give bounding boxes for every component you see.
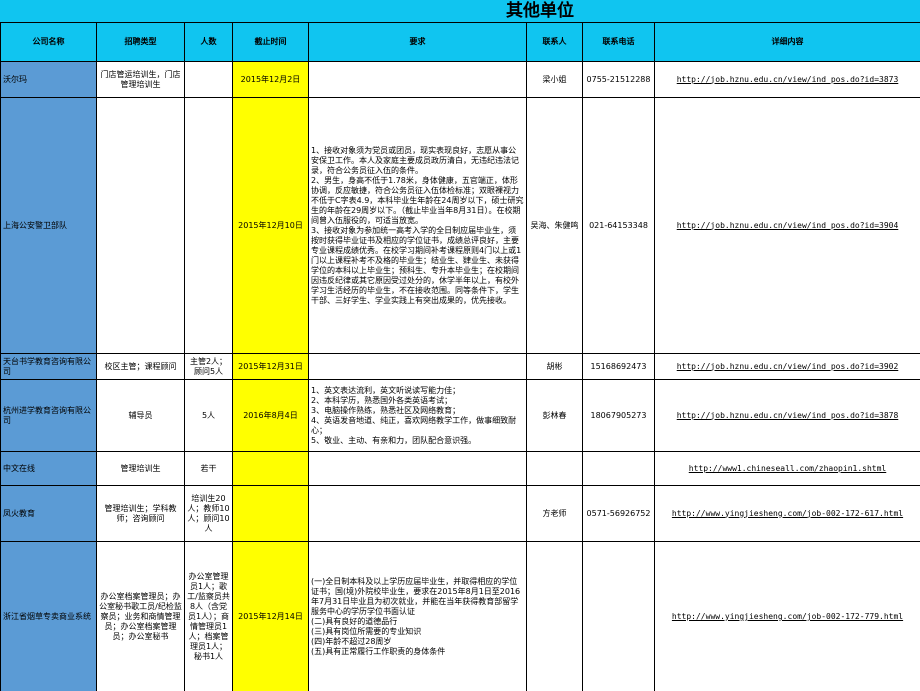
- table-row: 沃尔玛 门店管运培训生，门店管理培训生 2015年12月2日 梁小姐 0755-2151…: [0, 61, 920, 98]
- detail-cell[interactable]: http://job.hznu.edu.cn/view/ind_pos.do?i…: [654, 97, 920, 354]
- type-cell[interactable]: [96, 97, 185, 354]
- company-cell[interactable]: 上海公安警卫部队: [0, 97, 97, 354]
- deadline-cell[interactable]: 2016年8月4日: [232, 379, 309, 452]
- company-cell[interactable]: 中文在线: [0, 451, 97, 486]
- detail-link[interactable]: http://www.yingjiesheng.com/job-002-172-…: [672, 509, 903, 518]
- contact-cell[interactable]: 彭林春: [526, 379, 583, 452]
- contact-cell[interactable]: 吴海、朱健鸣: [526, 97, 583, 354]
- header-detail[interactable]: 详细内容: [654, 22, 920, 62]
- table-row: 杭州进学教育咨询有限公司 辅导员 5人 2016年8月4日 1、英文表达流利，英文听说读…: [0, 379, 920, 452]
- requirements-cell[interactable]: [308, 61, 527, 98]
- requirement-line: 2、本科学历，熟悉国外各类英语考试；: [311, 395, 453, 405]
- deadline-cell[interactable]: [232, 485, 309, 542]
- jobs-table: 公司名称 招聘类型 人数 截止时间 要求 联系人 联系电话 详细内容 沃尔玛 门店…: [0, 22, 920, 691]
- detail-cell[interactable]: http://www.yingjiesheng.com/job-002-172-…: [654, 541, 920, 691]
- detail-link[interactable]: http://job.hznu.edu.cn/view/ind_pos.do?i…: [677, 221, 899, 230]
- contact-cell[interactable]: [526, 541, 583, 691]
- company-cell[interactable]: 凤火教育: [0, 485, 97, 542]
- requirements-cell[interactable]: (一)全日制本科及以上学历应届毕业生，并取得相应的学位证书；国(境)外院校毕业生…: [308, 541, 527, 691]
- requirements-cell[interactable]: [308, 485, 527, 542]
- table-row: 天台书学教育咨询有限公司 校区主管；课程顾问 主管2人；顾问5人 2015年12月31…: [0, 353, 920, 380]
- count-cell[interactable]: [184, 61, 233, 98]
- detail-cell[interactable]: http://job.hznu.edu.cn/view/ind_pos.do?i…: [654, 353, 920, 380]
- requirement-line: 3、接收对象为参加统一高考入学的全日制应届毕业生，须按时获得毕业证书及相应的学位…: [311, 225, 522, 305]
- detail-cell[interactable]: http://job.hznu.edu.cn/view/ind_pos.do?i…: [654, 379, 920, 452]
- requirement-line: 1、英文表达流利，英文听说读写能力佳；: [311, 385, 461, 395]
- phone-cell[interactable]: [582, 451, 655, 486]
- requirement-line: 2、男生，身高不低于1.78米，身体健康，五官端正，体形协调，反应敏捷，符合公务…: [311, 175, 524, 225]
- deadline-cell[interactable]: 2015年12月31日: [232, 353, 309, 380]
- type-cell[interactable]: 门店管运培训生，门店管理培训生: [96, 61, 185, 98]
- type-cell[interactable]: 管理培训生: [96, 451, 185, 486]
- detail-link[interactable]: http://www.yingjiesheng.com/job-002-172-…: [672, 612, 903, 621]
- detail-link[interactable]: http://job.hznu.edu.cn/view/ind_pos.do?i…: [677, 75, 899, 84]
- count-cell[interactable]: [184, 97, 233, 354]
- count-cell[interactable]: 5人: [184, 379, 233, 452]
- header-requirements[interactable]: 要求: [308, 22, 527, 62]
- phone-cell[interactable]: [582, 541, 655, 691]
- phone-cell[interactable]: 18067905273: [582, 379, 655, 452]
- requirement-line: (一)全日制本科及以上学历应届毕业生，并取得相应的学位证书；国(境)外院校毕业生…: [311, 577, 521, 616]
- phone-cell[interactable]: 021-64153348: [582, 97, 655, 354]
- requirement-line: (二)具有良好的道德品行: [311, 617, 398, 626]
- type-cell[interactable]: 管理培训生；学科教师；咨询顾问: [96, 485, 185, 542]
- header-deadline[interactable]: 截止时间: [232, 22, 309, 62]
- phone-cell[interactable]: 0571-56926752: [582, 485, 655, 542]
- deadline-cell[interactable]: [232, 451, 309, 486]
- deadline-cell[interactable]: 2015年12月14日: [232, 541, 309, 691]
- deadline-cell[interactable]: 2015年12月2日: [232, 61, 309, 98]
- requirement-line: (四)年龄不超过28周岁: [311, 637, 392, 646]
- company-cell[interactable]: 浙江省烟草专卖商业系统: [0, 541, 97, 691]
- header-company[interactable]: 公司名称: [0, 22, 97, 62]
- company-cell[interactable]: 杭州进学教育咨询有限公司: [0, 379, 97, 452]
- detail-cell[interactable]: http://www.yingjiesheng.com/job-002-172-…: [654, 485, 920, 542]
- deadline-cell[interactable]: 2015年12月10日: [232, 97, 309, 354]
- header-count[interactable]: 人数: [184, 22, 233, 62]
- phone-cell[interactable]: 0755-21512288: [582, 61, 655, 98]
- count-cell[interactable]: 培训生20人；教师10人；顾问10人: [184, 485, 233, 542]
- count-cell[interactable]: 主管2人；顾问5人: [184, 353, 233, 380]
- sheet-title: 其他单位: [0, 0, 920, 23]
- detail-link[interactable]: http://www1.chineseall.com/zhaopin1.shtm…: [689, 464, 886, 473]
- company-cell[interactable]: 天台书学教育咨询有限公司: [0, 353, 97, 380]
- header-row: 公司名称 招聘类型 人数 截止时间 要求 联系人 联系电话 详细内容: [0, 22, 920, 62]
- type-cell[interactable]: 辅导员: [96, 379, 185, 452]
- header-type[interactable]: 招聘类型: [96, 22, 185, 62]
- phone-cell[interactable]: 15168692473: [582, 353, 655, 380]
- requirement-line: 4、英语发音地道、纯正，喜欢网络教学工作，做事细致耐心；: [311, 415, 517, 435]
- header-phone[interactable]: 联系电话: [582, 22, 655, 62]
- requirements-cell[interactable]: 1、接收对象须为党员或团员，现实表现良好，志愿从事公安保卫工作。本人及家庭主要成…: [308, 97, 527, 354]
- company-cell[interactable]: 沃尔玛: [0, 61, 97, 98]
- table-row: 凤火教育 管理培训生；学科教师；咨询顾问 培训生20人；教师10人；顾问10人 方老师…: [0, 485, 920, 542]
- table-row: 浙江省烟草专卖商业系统 办公室档案管理员；办公室秘书歌工员/纪检监察员；业务和商情…: [0, 541, 920, 691]
- table-row: 中文在线 管理培训生 若干 http://www1.chineseall.com/zh…: [0, 451, 920, 486]
- type-cell[interactable]: 校区主管；课程顾问: [96, 353, 185, 380]
- requirement-line: 5、敬业、主动、有亲和力，团队配合意识强。: [311, 435, 477, 445]
- requirements-cell[interactable]: 1、英文表达流利，英文听说读写能力佳； 2、本科学历，熟悉国外各类英语考试； 3、电…: [308, 379, 527, 452]
- header-contact[interactable]: 联系人: [526, 22, 583, 62]
- detail-link[interactable]: http://job.hznu.edu.cn/view/ind_pos.do?i…: [677, 362, 899, 371]
- requirement-line: 1、接收对象须为党员或团员，现实表现良好，志愿从事公安保卫工作。本人及家庭主要成…: [311, 145, 519, 175]
- contact-cell[interactable]: 梁小姐: [526, 61, 583, 98]
- spreadsheet: 其他单位 公司名称 招聘类型 人数 截止时间 要求 联系人 联系电话 详细内容 …: [0, 0, 920, 691]
- sheet-title-text: 其他单位: [506, 1, 574, 21]
- requirement-line: 3、电脑操作熟练，熟悉社区及网络教育；: [311, 405, 461, 415]
- detail-cell[interactable]: http://job.hznu.edu.cn/view/ind_pos.do?i…: [654, 61, 920, 98]
- table-row: 上海公安警卫部队 2015年12月10日 1、接收对象须为党员或团员，现实表现良好，…: [0, 97, 920, 354]
- requirement-line: (三)具有岗位所需要的专业知识: [311, 627, 422, 636]
- contact-cell[interactable]: 方老师: [526, 485, 583, 542]
- requirements-cell[interactable]: [308, 353, 527, 380]
- contact-cell[interactable]: [526, 451, 583, 486]
- count-cell[interactable]: 办公室管理员1人；歌工/监察员共8人（含党员1人）；商情管理员1人；档案管理员1…: [184, 541, 233, 691]
- requirement-line: (五)具有正常履行工作职责的身体条件: [311, 647, 446, 656]
- count-cell[interactable]: 若干: [184, 451, 233, 486]
- type-cell[interactable]: 办公室档案管理员；办公室秘书歌工员/纪检监察员；业务和商情管理员；办公室档案管理…: [96, 541, 185, 691]
- contact-cell[interactable]: 胡彬: [526, 353, 583, 380]
- detail-link[interactable]: http://job.hznu.edu.cn/view/ind_pos.do?i…: [677, 411, 899, 420]
- requirements-cell[interactable]: [308, 451, 527, 486]
- detail-cell[interactable]: http://www1.chineseall.com/zhaopin1.shtm…: [654, 451, 920, 486]
